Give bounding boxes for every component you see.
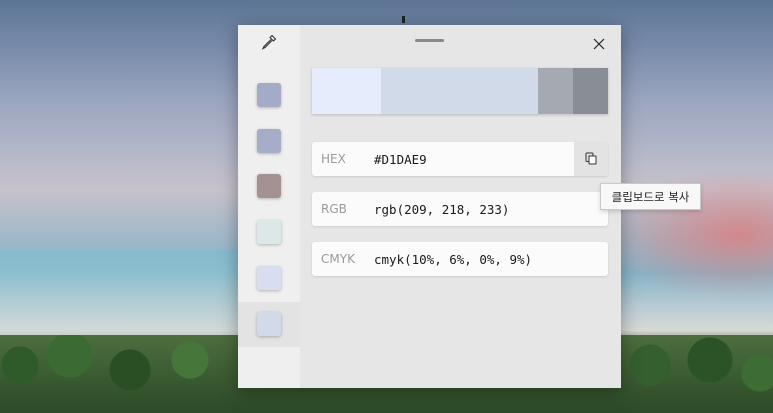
color-shades-bar bbox=[312, 68, 608, 114]
format-value[interactable]: rgb(209, 218, 233) bbox=[374, 202, 608, 217]
format-label: HEX bbox=[321, 152, 346, 166]
format-label: CMYK bbox=[321, 252, 355, 266]
color-picker-window: HEX #D1DAE9 RGB rgb(209, 218, 233) CMYK … bbox=[238, 25, 621, 388]
shade-darker[interactable] bbox=[538, 68, 573, 114]
shade-darkest[interactable] bbox=[573, 68, 608, 114]
history-swatch[interactable] bbox=[257, 129, 281, 153]
color-history-sidebar bbox=[238, 25, 300, 388]
wallpaper-sky-tint-left bbox=[0, 250, 238, 340]
mouse-cursor bbox=[402, 16, 405, 23]
history-swatch[interactable] bbox=[257, 83, 281, 107]
close-button[interactable] bbox=[588, 33, 610, 55]
hex-format-row: HEX #D1DAE9 bbox=[312, 142, 608, 176]
format-value[interactable]: cmyk(10%, 6%, 0%, 9%) bbox=[374, 252, 608, 267]
format-label: RGB bbox=[321, 202, 347, 216]
format-value[interactable]: #D1DAE9 bbox=[374, 152, 608, 167]
shade-current[interactable] bbox=[381, 68, 538, 114]
cmyk-format-row: CMYK cmyk(10%, 6%, 0%, 9%) bbox=[312, 242, 608, 276]
eyedropper-icon bbox=[261, 34, 277, 54]
rgb-format-row: RGB rgb(209, 218, 233) bbox=[312, 192, 608, 226]
shade-lighter[interactable] bbox=[312, 68, 381, 114]
copy-button[interactable] bbox=[574, 142, 608, 176]
history-swatch[interactable] bbox=[257, 174, 281, 198]
history-swatch-selected[interactable] bbox=[257, 312, 281, 336]
history-swatch[interactable] bbox=[257, 220, 281, 244]
close-icon bbox=[593, 35, 605, 54]
drag-handle[interactable] bbox=[415, 39, 444, 42]
copy-tooltip: 클립보드로 복사 bbox=[600, 183, 701, 210]
eyedropper-button[interactable] bbox=[256, 31, 282, 57]
history-swatch[interactable] bbox=[257, 266, 281, 290]
copy-icon bbox=[585, 150, 597, 169]
